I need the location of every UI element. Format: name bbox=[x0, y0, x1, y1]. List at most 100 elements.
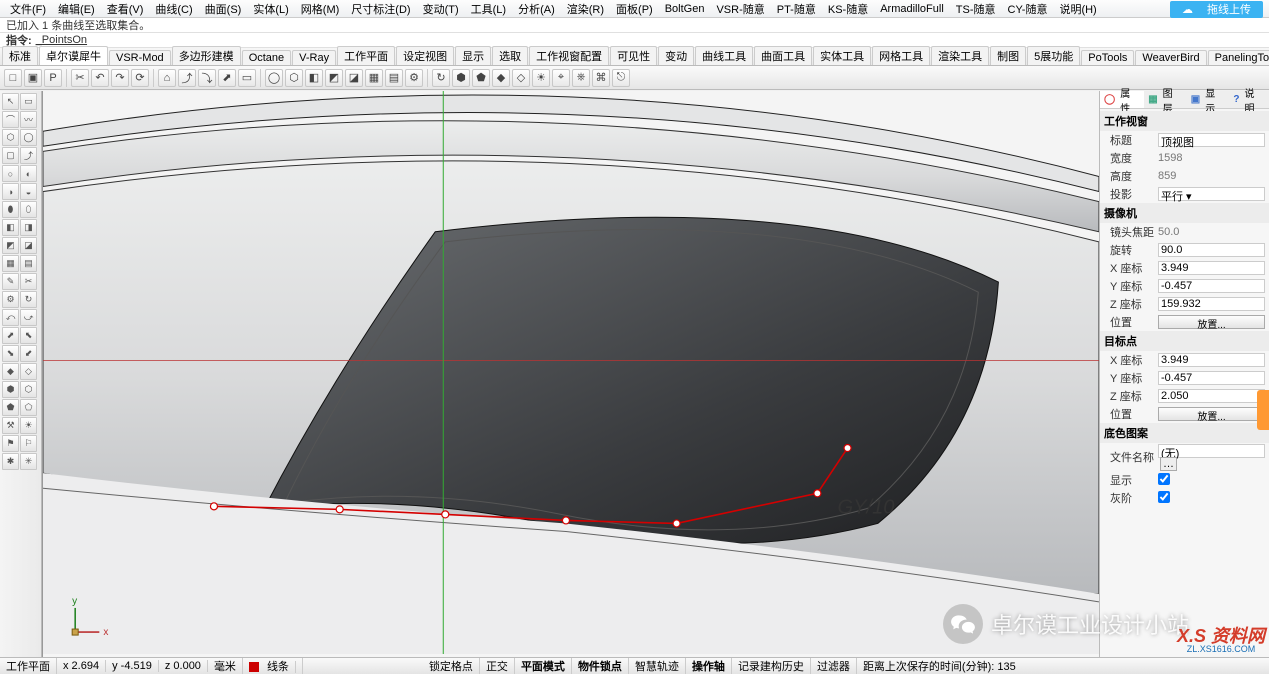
tool-button[interactable]: ◨ bbox=[20, 219, 37, 236]
toolbar-tab[interactable]: 工作平面 bbox=[337, 46, 395, 65]
property-field[interactable]: (无) bbox=[1158, 444, 1265, 458]
tool-button[interactable]: ▣ bbox=[24, 69, 42, 87]
viewport[interactable]: 顶视图 ▾ bbox=[42, 91, 1099, 657]
menu-item[interactable]: PT-随意 bbox=[771, 1, 822, 17]
toolbar-tab[interactable]: 工作视窗配置 bbox=[529, 46, 609, 65]
tool-button[interactable]: ◪ bbox=[345, 69, 363, 87]
tool-button[interactable]: ⚒ bbox=[2, 417, 19, 434]
tool-button[interactable]: ⚙ bbox=[405, 69, 423, 87]
property-field[interactable]: -0.457 bbox=[1158, 371, 1265, 385]
tab-display[interactable]: ▣显示 bbox=[1187, 91, 1230, 108]
tool-button[interactable]: ◯ bbox=[265, 69, 283, 87]
tool-button[interactable]: ↻ bbox=[432, 69, 450, 87]
tool-button[interactable]: ↻ bbox=[20, 291, 37, 308]
tool-button[interactable]: ⚙ bbox=[2, 291, 19, 308]
tool-button[interactable]: ✎ bbox=[2, 273, 19, 290]
tool-button[interactable]: ↶ bbox=[91, 69, 109, 87]
toggle-record-history[interactable]: 记录建构历史 bbox=[732, 658, 811, 674]
toolbar-tab[interactable]: 曲面工具 bbox=[754, 46, 812, 65]
menu-item[interactable]: 文件(F) bbox=[4, 1, 52, 17]
property-field[interactable]: 159.932 bbox=[1158, 297, 1265, 311]
menu-item[interactable]: 曲面(S) bbox=[199, 1, 248, 17]
tool-button[interactable]: ⎋ bbox=[612, 69, 630, 87]
tool-button[interactable]: ✱ bbox=[2, 453, 19, 470]
property-field[interactable]: 3.949 bbox=[1158, 353, 1265, 367]
property-place-button[interactable]: 放置... bbox=[1158, 407, 1265, 421]
tool-button[interactable]: ◪ bbox=[20, 237, 37, 254]
property-place-button[interactable]: 放置... bbox=[1158, 315, 1265, 329]
tool-button[interactable]: ⌖ bbox=[552, 69, 570, 87]
tool-button[interactable]: ⌂ bbox=[158, 69, 176, 87]
toggle-smarttrack[interactable]: 智慧轨迹 bbox=[629, 658, 686, 674]
menu-item[interactable]: 工具(L) bbox=[465, 1, 512, 17]
tool-button[interactable]: ⬈ bbox=[2, 327, 19, 344]
toolbar-tab[interactable]: VSR-Mod bbox=[109, 50, 171, 65]
tool-button[interactable]: ⚑ bbox=[2, 435, 19, 452]
toolbar-tab[interactable]: 标准 bbox=[2, 46, 38, 65]
menu-item[interactable]: CY-随意 bbox=[1002, 1, 1054, 17]
tool-button[interactable]: ▦ bbox=[365, 69, 383, 87]
toggle-gumball[interactable]: 操作轴 bbox=[686, 658, 732, 674]
toolbar-tab[interactable]: WeaverBird bbox=[1135, 50, 1206, 65]
toolbar-tab[interactable]: 可见性 bbox=[610, 46, 657, 65]
tool-button[interactable]: ☀ bbox=[20, 417, 37, 434]
toolbar-tab[interactable]: Octane bbox=[242, 50, 291, 65]
tool-button[interactable]: □ bbox=[4, 69, 22, 87]
menu-item[interactable]: 变动(T) bbox=[417, 1, 465, 17]
tool-button[interactable]: ⤵ bbox=[198, 69, 216, 87]
tool-button[interactable]: ◯ bbox=[20, 129, 37, 146]
toggle-ortho[interactable]: 正交 bbox=[480, 658, 515, 674]
tool-button[interactable]: ⬋ bbox=[20, 345, 37, 362]
tool-button[interactable]: ⬡ bbox=[2, 129, 19, 146]
tool-button[interactable]: ◩ bbox=[325, 69, 343, 87]
toolbar-tab[interactable]: 卓尔谟犀牛 bbox=[39, 46, 108, 65]
menu-item[interactable]: 渲染(R) bbox=[561, 1, 610, 17]
tool-button[interactable]: ◇ bbox=[512, 69, 530, 87]
tool-button[interactable]: ◩ bbox=[2, 237, 19, 254]
tool-button[interactable]: ◒ bbox=[20, 183, 37, 200]
tool-button[interactable]: ⚐ bbox=[20, 435, 37, 452]
tab-help[interactable]: ?说明 bbox=[1229, 91, 1269, 108]
toolbar-tab[interactable]: 设定视图 bbox=[396, 46, 454, 65]
menu-item[interactable]: 尺寸标注(D) bbox=[345, 1, 416, 17]
tool-button[interactable]: ▤ bbox=[385, 69, 403, 87]
menu-item[interactable]: 实体(L) bbox=[247, 1, 294, 17]
menu-item[interactable]: VSR-随意 bbox=[710, 1, 770, 17]
toolbar-tab[interactable]: 5展功能 bbox=[1027, 46, 1080, 65]
menu-item[interactable]: 曲线(C) bbox=[149, 1, 198, 17]
tool-button[interactable]: ↷ bbox=[111, 69, 129, 87]
toolbar-tab[interactable]: 多边形建模 bbox=[172, 46, 241, 65]
tool-button[interactable]: ⬟ bbox=[2, 399, 19, 416]
tool-button[interactable]: ⎈ bbox=[572, 69, 590, 87]
cloud-upload-button[interactable]: ☁ 拖线上传 bbox=[1170, 1, 1263, 18]
tool-button[interactable]: ⤻ bbox=[20, 309, 37, 326]
tool-button[interactable]: ○ bbox=[2, 165, 19, 182]
tool-button[interactable]: ▦ bbox=[2, 255, 19, 272]
viewport-canvas[interactable]: x y GY/10 bbox=[43, 91, 1099, 654]
toggle-planar[interactable]: 平面模式 bbox=[515, 658, 572, 674]
tool-button[interactable]: ▭ bbox=[20, 93, 37, 110]
command-value[interactable]: _PointsOn bbox=[36, 34, 87, 46]
toolbar-tab[interactable]: 制图 bbox=[990, 46, 1026, 65]
tool-button[interactable]: ◆ bbox=[2, 363, 19, 380]
tab-layers[interactable]: ▦图层 bbox=[1144, 91, 1187, 108]
tool-button[interactable]: ⬢ bbox=[452, 69, 470, 87]
toolbar-tab[interactable]: 曲线工具 bbox=[695, 46, 753, 65]
toggle-osnap[interactable]: 物件锁点 bbox=[572, 658, 629, 674]
menu-item[interactable]: KS-随意 bbox=[822, 1, 874, 17]
tool-button[interactable]: ⬟ bbox=[472, 69, 490, 87]
tool-button[interactable]: ◐ bbox=[20, 165, 37, 182]
toolbar-tab[interactable]: 变动 bbox=[658, 46, 694, 65]
tool-button[interactable]: ⬮ bbox=[2, 201, 19, 218]
tool-button[interactable]: ⌘ bbox=[592, 69, 610, 87]
tool-button[interactable]: ⬊ bbox=[2, 345, 19, 362]
menu-item[interactable]: 编辑(E) bbox=[52, 1, 101, 17]
tool-button[interactable]: ◆ bbox=[492, 69, 510, 87]
toggle-grid-snap[interactable]: 锁定格点 bbox=[423, 658, 480, 674]
menu-item[interactable]: 网格(M) bbox=[295, 1, 346, 17]
tool-button[interactable]: ⤴ bbox=[178, 69, 196, 87]
menu-item[interactable]: TS-随意 bbox=[950, 1, 1002, 17]
menu-item[interactable]: 分析(A) bbox=[512, 1, 561, 17]
tool-button[interactable]: ✳ bbox=[20, 453, 37, 470]
tool-button[interactable]: ⟳ bbox=[131, 69, 149, 87]
